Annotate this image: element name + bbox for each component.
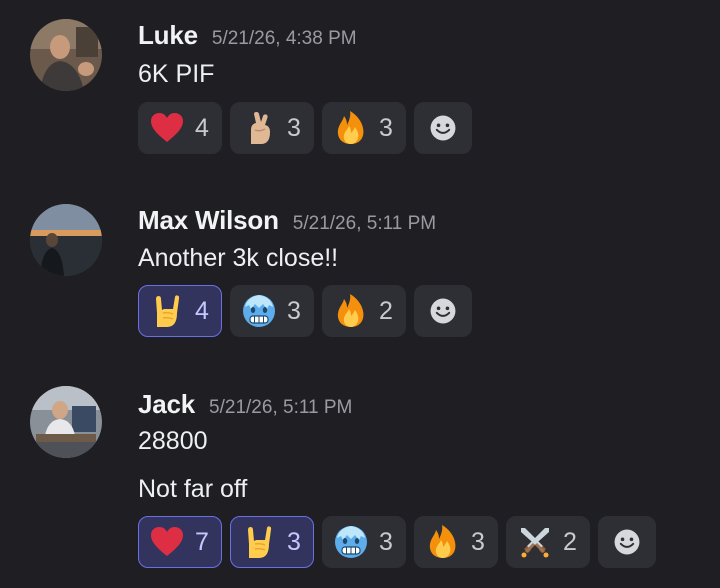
add-reaction-button[interactable] (598, 516, 656, 568)
message-text: 6K PIF (138, 60, 215, 88)
reaction-bar: 7 3 3 3 2 (138, 516, 656, 568)
red-heart-icon (151, 113, 183, 142)
author-name[interactable]: Jack (138, 389, 195, 420)
reaction-count: 7 (195, 527, 209, 556)
fire-icon (337, 111, 364, 144)
author-name[interactable]: Max Wilson (138, 205, 279, 236)
smiley-add-reaction-icon (614, 529, 640, 555)
reaction-count: 4 (195, 113, 209, 142)
reaction-sign-of-horns[interactable]: 4 (138, 285, 222, 337)
avatar-luke[interactable] (30, 19, 102, 91)
reaction-count: 3 (379, 113, 393, 142)
message-text: Another 3k close!! (138, 244, 339, 272)
reaction-bar: 4 3 3 (138, 102, 472, 154)
message-header: Luke 5/21/26, 4:38 PM (138, 20, 357, 51)
add-reaction-button[interactable] (414, 102, 472, 154)
reaction-fire[interactable]: 3 (414, 516, 498, 568)
reaction-heart[interactable]: 7 (138, 516, 222, 568)
sign-of-horns-icon (156, 295, 180, 327)
reaction-sign-of-horns[interactable]: 3 (230, 516, 314, 568)
reaction-count: 3 (287, 527, 301, 556)
reaction-fire[interactable]: 3 (322, 102, 406, 154)
cold-face-icon (243, 295, 275, 327)
sign-of-horns-icon (248, 526, 272, 558)
smiley-add-reaction-icon (430, 298, 456, 324)
reaction-crossed-fingers[interactable]: 3 (230, 102, 314, 154)
red-heart-icon (151, 527, 183, 556)
reaction-count: 2 (379, 296, 393, 325)
reaction-count: 3 (287, 113, 301, 142)
timestamp: 5/21/26, 5:11 PM (292, 213, 437, 234)
reaction-count: 4 (195, 296, 209, 325)
reaction-count: 3 (471, 527, 485, 556)
fire-icon (429, 525, 456, 558)
smiley-add-reaction-icon (430, 115, 456, 141)
reaction-cold-face[interactable]: 3 (230, 285, 314, 337)
reaction-count: 2 (563, 527, 577, 556)
timestamp: 5/21/26, 5:11 PM (209, 397, 353, 418)
add-reaction-button[interactable] (414, 285, 472, 337)
message-header: Max Wilson 5/21/26, 5:11 PM (138, 205, 436, 236)
avatar-jack[interactable] (30, 386, 102, 458)
reaction-crossed-swords[interactable]: 2 (506, 516, 590, 568)
reaction-fire[interactable]: 2 (322, 285, 406, 337)
reaction-count: 3 (287, 296, 301, 325)
avatar-max-wilson[interactable] (30, 204, 102, 276)
crossed-swords-icon (521, 528, 549, 558)
timestamp: 5/21/26, 4:38 PM (211, 28, 357, 49)
message-header: Jack 5/21/26, 5:11 PM (138, 389, 352, 420)
cold-face-icon (335, 526, 367, 558)
message-text: 28800 (138, 427, 208, 455)
reaction-bar: 4 3 2 (138, 285, 472, 337)
fire-icon (337, 294, 364, 327)
message-text: Not far off (138, 475, 248, 503)
reaction-count: 3 (379, 527, 393, 556)
reaction-cold-face[interactable]: 3 (322, 516, 406, 568)
crossed-fingers-icon (251, 112, 270, 144)
author-name[interactable]: Luke (138, 20, 198, 51)
reaction-heart[interactable]: 4 (138, 102, 222, 154)
